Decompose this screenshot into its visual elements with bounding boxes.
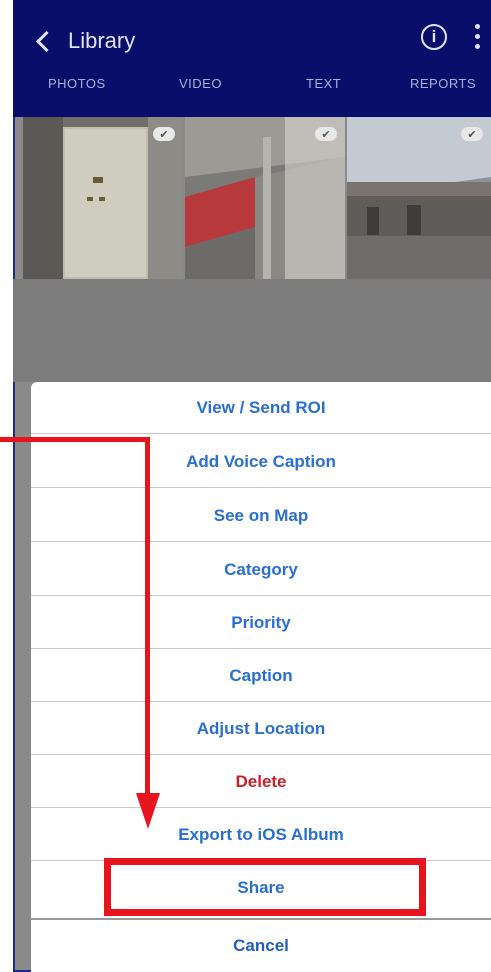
category-button[interactable]: Category	[31, 544, 491, 596]
more-vertical-icon[interactable]	[475, 24, 483, 54]
add-voice-caption-button[interactable]: Add Voice Caption	[31, 436, 491, 488]
photo-thumbnail[interactable]: ✔	[23, 117, 183, 279]
selected-check-icon: ✔	[153, 127, 175, 141]
annotation-line-horizontal	[0, 437, 150, 442]
tab-bar: PHOTOS VIDEO TEXT REPORTS	[13, 76, 491, 106]
annotation-arrow-icon	[136, 793, 160, 829]
info-icon[interactable]: i	[421, 24, 447, 50]
photo-image	[23, 117, 183, 279]
caption-button[interactable]: Caption	[31, 650, 491, 702]
see-on-map-button[interactable]: See on Map	[31, 490, 491, 542]
selected-check-icon: ✔	[315, 127, 337, 141]
phone-screen: Library i PHOTOS VIDEO TEXT REPORTS ✔ ✔ …	[13, 0, 491, 972]
app-header: Library i PHOTOS VIDEO TEXT REPORTS	[13, 0, 491, 117]
view-send-roi-button[interactable]: View / Send ROI	[31, 382, 491, 434]
tab-reports[interactable]: REPORTS	[410, 76, 476, 91]
tab-video[interactable]: VIDEO	[179, 76, 222, 91]
tab-text[interactable]: TEXT	[306, 76, 341, 91]
selected-check-icon: ✔	[461, 127, 483, 141]
back-label: Library	[68, 28, 136, 53]
adjust-location-button[interactable]: Adjust Location	[31, 703, 491, 755]
priority-button[interactable]: Priority	[31, 597, 491, 649]
dimmed-background	[13, 279, 491, 382]
photo-image	[185, 117, 345, 279]
annotation-line-vertical	[145, 437, 150, 797]
photo-thumbnail[interactable]: ✔	[347, 117, 491, 279]
photo-image	[347, 117, 491, 279]
delete-button[interactable]: Delete	[31, 756, 491, 808]
share-highlight-box	[104, 858, 426, 916]
back-button[interactable]: Library	[35, 24, 135, 58]
export-to-ios-album-button[interactable]: Export to iOS Album	[31, 809, 491, 861]
photo-thumbnail[interactable]: ✔	[185, 117, 345, 279]
photo-strip: ✔ ✔ ✔	[23, 117, 491, 279]
tab-photos[interactable]: PHOTOS	[48, 76, 106, 91]
cancel-button[interactable]: Cancel	[31, 918, 491, 972]
chevron-left-icon	[35, 30, 58, 52]
